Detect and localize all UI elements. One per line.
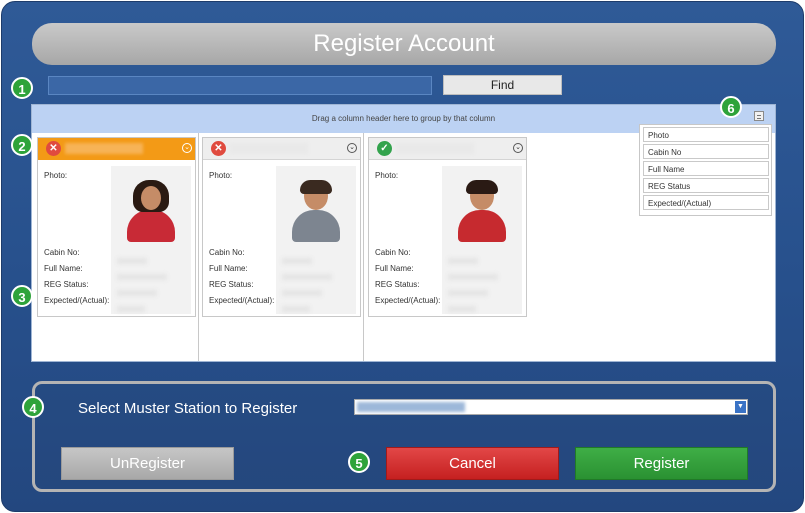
photo-label: Photo: — [375, 171, 399, 180]
name-redacted — [230, 143, 308, 154]
full-name-label: Full Name: — [375, 264, 414, 273]
full-name-label: Full Name: — [209, 264, 248, 273]
card-header[interactable]: ✓ ⌄ — [369, 138, 526, 160]
person-card[interactable]: ✓ ⌄ Photo: Cabin No: Full Name: REG Stat… — [368, 137, 527, 317]
person-card[interactable]: ✕ ⌄ Photo: Cabin No: Full Name: REG Stat… — [37, 137, 196, 317]
photo-label: Photo: — [44, 171, 68, 180]
photo — [442, 166, 522, 314]
avatar — [454, 180, 510, 242]
column-chooser-item[interactable]: Expected/(Actual) — [643, 195, 769, 210]
callout-badge: 1 — [11, 77, 33, 99]
cabin-label: Cabin No: — [375, 248, 411, 257]
chevron-down-icon[interactable]: ⌄ — [513, 143, 523, 153]
expected-label: Expected/(Actual): — [209, 296, 275, 305]
cabin-label: Cabin No: — [209, 248, 245, 257]
name-redacted — [65, 143, 143, 154]
reg-status-label: REG Status: — [209, 280, 254, 289]
photo — [276, 166, 356, 314]
search-input[interactable] — [48, 76, 432, 95]
column-chooser-item[interactable]: Cabin No — [643, 144, 769, 159]
expected-label: Expected/(Actual): — [44, 296, 110, 305]
column-chooser-icon[interactable] — [754, 111, 764, 121]
photo — [111, 166, 191, 314]
callout-badge: 3 — [11, 285, 33, 307]
register-account-window: Register Account Find Drag a column head… — [1, 1, 804, 512]
column-chooser: Photo Cabin No Full Name REG Status Expe… — [639, 124, 772, 216]
register-button[interactable]: Register — [575, 447, 748, 480]
cabin-label: Cabin No: — [44, 248, 80, 257]
full-name-label: Full Name: — [44, 264, 83, 273]
person-card[interactable]: ✕ ⌄ Photo: Cabin No: Full Name: REG Stat… — [202, 137, 361, 317]
cancel-button[interactable]: Cancel — [386, 447, 559, 480]
card-header[interactable]: ✕ ⌄ — [38, 138, 195, 160]
x-circle-icon: ✕ — [46, 141, 61, 156]
callout-badge: 5 — [348, 451, 370, 473]
column-divider — [363, 133, 364, 361]
chevron-down-icon[interactable]: ▼ — [735, 401, 746, 413]
name-redacted — [396, 143, 474, 154]
chevron-down-icon[interactable]: ⌄ — [182, 143, 192, 153]
column-divider — [198, 133, 199, 361]
card-header[interactable]: ✕ ⌄ — [203, 138, 360, 160]
column-chooser-item[interactable]: Photo — [643, 127, 769, 142]
chevron-down-icon[interactable]: ⌄ — [347, 143, 357, 153]
window-title: Register Account — [32, 23, 776, 65]
muster-station-label: Select Muster Station to Register — [78, 400, 298, 417]
find-button[interactable]: Find — [443, 75, 562, 95]
callout-badge: 6 — [720, 96, 742, 118]
x-circle-icon: ✕ — [211, 141, 226, 156]
callout-badge: 2 — [11, 134, 33, 156]
avatar — [123, 180, 179, 242]
card-grid: Drag a column header here to group by th… — [31, 104, 776, 362]
selected-value-redacted — [357, 402, 465, 412]
unregister-button[interactable]: UnRegister — [61, 447, 234, 480]
photo-label: Photo: — [209, 171, 233, 180]
column-chooser-item[interactable]: REG Status — [643, 178, 769, 193]
callout-badge: 4 — [22, 396, 44, 418]
reg-status-label: REG Status: — [44, 280, 89, 289]
check-circle-icon: ✓ — [377, 141, 392, 156]
muster-station-select[interactable]: ▼ — [354, 399, 748, 415]
avatar — [288, 180, 344, 242]
reg-status-label: REG Status: — [375, 280, 420, 289]
column-chooser-item[interactable]: Full Name — [643, 161, 769, 176]
expected-label: Expected/(Actual): — [375, 296, 441, 305]
